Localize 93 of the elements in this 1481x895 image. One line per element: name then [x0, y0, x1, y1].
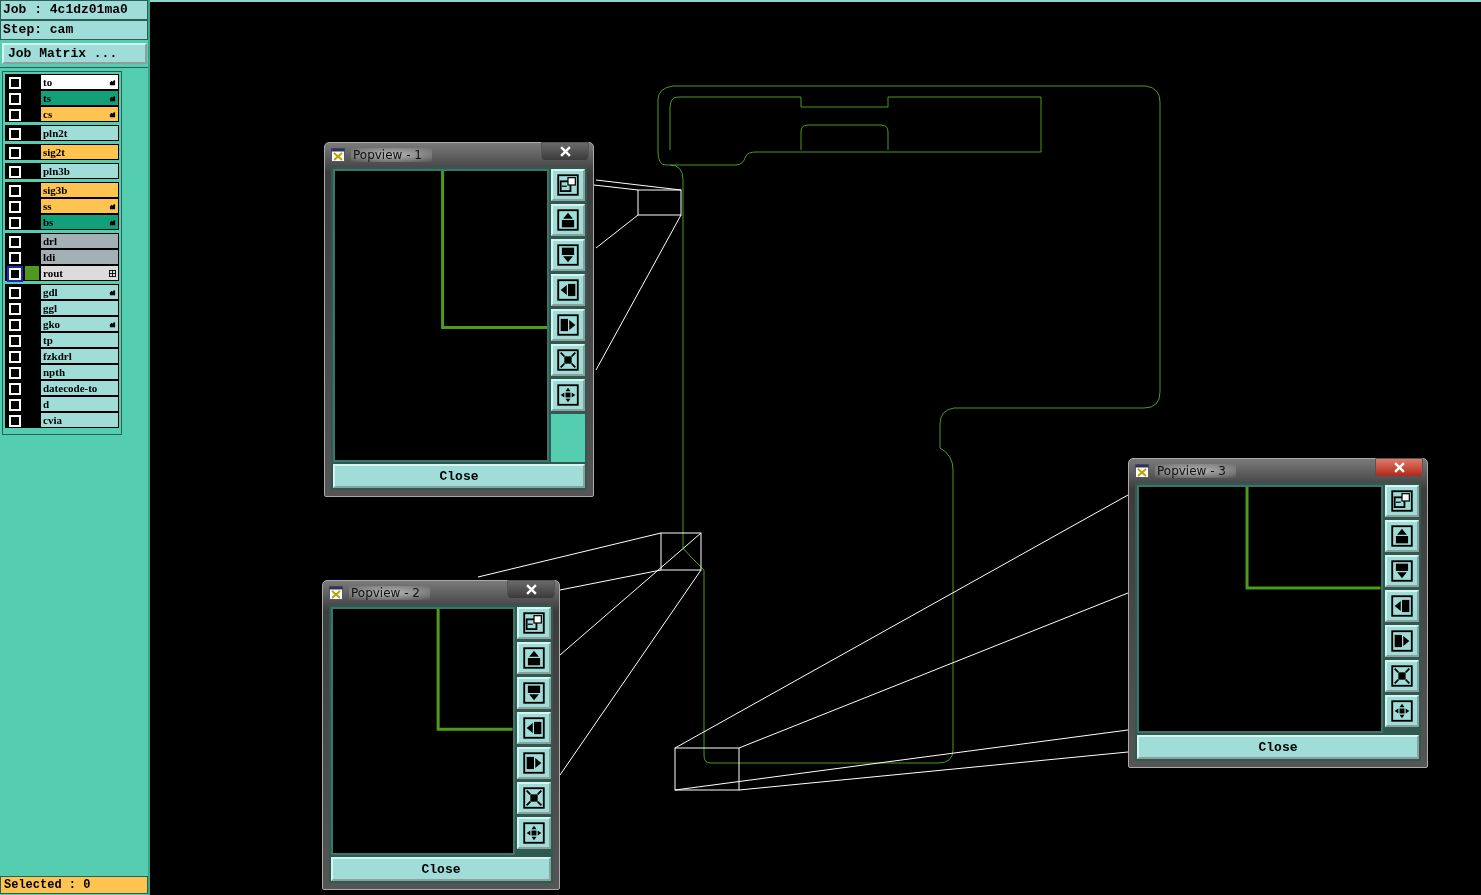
view-tool-button[interactable]	[1385, 590, 1419, 622]
app-icon	[1135, 464, 1149, 478]
layer-checkbox[interactable]	[9, 217, 21, 229]
layer-name[interactable]: datecode-to	[41, 381, 118, 395]
inward-arrows-icon	[523, 787, 545, 809]
app-icon	[331, 148, 345, 162]
layer-checkbox[interactable]	[9, 166, 21, 178]
layer-name[interactable]: pln2t	[41, 126, 118, 140]
layer-checkbox[interactable]	[9, 287, 21, 299]
layer-name[interactable]: ss	[41, 199, 118, 213]
layer-checkbox[interactable]	[9, 147, 21, 159]
layer-checkbox[interactable]	[9, 415, 21, 427]
layer-checkbox[interactable]	[9, 77, 21, 89]
window-title: Popview - 3	[1155, 464, 1236, 478]
layer-name[interactable]: ggl	[41, 301, 118, 315]
layer-checkbox[interactable]	[9, 236, 21, 248]
view-tool-button[interactable]	[551, 344, 585, 376]
layer-name[interactable]: drl	[41, 234, 118, 248]
outward-arrows-icon	[1391, 700, 1413, 722]
view-tool-button[interactable]	[517, 607, 551, 639]
view-tool-button[interactable]	[1385, 555, 1419, 587]
layer-name[interactable]: to	[41, 75, 118, 89]
view-tool-button[interactable]	[1385, 695, 1419, 727]
view-tool-button[interactable]	[1385, 660, 1419, 692]
window-title: Popview - 2	[349, 586, 430, 600]
view-tool-button[interactable]	[1385, 520, 1419, 552]
close-icon	[1393, 462, 1405, 473]
view-tool-button[interactable]	[551, 204, 585, 236]
layer-checkbox[interactable]	[9, 252, 21, 264]
layer-name[interactable]: tp	[41, 333, 118, 347]
layer-name[interactable]: ts	[41, 91, 118, 105]
outward-arrows-icon	[523, 822, 545, 844]
view-tool-button[interactable]	[517, 712, 551, 744]
inward-arrows-icon	[557, 349, 579, 371]
layer-name[interactable]: cs	[41, 107, 118, 121]
layer-name[interactable]: d	[41, 397, 118, 411]
view-tool-button[interactable]	[517, 747, 551, 779]
close-view-button[interactable]: Close	[1137, 735, 1419, 759]
view-tool-button[interactable]	[551, 379, 585, 411]
view-tool-button[interactable]	[551, 274, 585, 306]
step-label: Step: cam	[0, 20, 148, 40]
view-tool-button[interactable]	[517, 817, 551, 849]
layer-name[interactable]: gko	[41, 317, 118, 331]
app-icon	[329, 586, 343, 600]
layer-name[interactable]: fzkdrl	[41, 349, 118, 363]
layer-name[interactable]: rout	[41, 266, 118, 280]
zoom-box	[637, 189, 682, 216]
layer-name[interactable]: sig3b	[41, 183, 118, 197]
layer-checkbox[interactable]	[9, 128, 21, 140]
status-bar: Selected : 0	[0, 876, 148, 894]
layer-checkbox[interactable]	[9, 383, 21, 395]
outward-arrows-icon	[557, 384, 579, 406]
layer-name[interactable]: sig2t	[41, 145, 118, 159]
window-title: Popview - 1	[351, 148, 432, 162]
layer-checkbox[interactable]	[9, 268, 21, 280]
layer-name[interactable]: npth	[41, 365, 118, 379]
layer-name[interactable]: gdl	[41, 285, 118, 299]
layer-name[interactable]: ldi	[41, 250, 118, 264]
layer-checkbox[interactable]	[9, 399, 21, 411]
close-view-button[interactable]: Close	[333, 464, 585, 488]
close-button[interactable]	[1375, 458, 1423, 477]
layer-checkbox[interactable]	[9, 109, 21, 121]
view-tool-button[interactable]	[551, 239, 585, 271]
layer-checkbox[interactable]	[9, 185, 21, 197]
view-tool-button[interactable]	[551, 309, 585, 341]
inward-arrows-icon	[1391, 665, 1413, 687]
layer-checkbox[interactable]	[9, 201, 21, 213]
layer-name[interactable]: bs	[41, 215, 118, 229]
layer-name[interactable]: pln3b	[41, 164, 118, 178]
layer-checkbox[interactable]	[9, 351, 21, 363]
close-icon	[559, 146, 571, 157]
toolbar-filler	[551, 414, 585, 462]
layer-checkbox[interactable]	[9, 303, 21, 315]
job-matrix-button[interactable]: Job Matrix ...	[2, 43, 147, 64]
layer-name[interactable]: cvia	[41, 413, 118, 427]
close-icon	[525, 584, 537, 595]
grid-icon	[109, 269, 116, 277]
zoom-box	[674, 747, 740, 791]
layer-checkbox[interactable]	[9, 319, 21, 331]
view-tool-button[interactable]	[517, 782, 551, 814]
view-tool-button[interactable]	[551, 169, 585, 201]
layer-checkbox[interactable]	[9, 367, 21, 379]
layer-checkbox[interactable]	[9, 93, 21, 105]
view-tool-button[interactable]	[517, 642, 551, 674]
job-label: Job : 4c1dz01ma0	[0, 0, 148, 20]
close-button[interactable]	[541, 142, 589, 161]
zoom-box	[660, 532, 702, 571]
view-tool-button[interactable]	[1385, 485, 1419, 517]
close-view-button[interactable]: Close	[331, 857, 551, 881]
view-tool-button[interactable]	[517, 677, 551, 709]
view-tool-button[interactable]	[1385, 625, 1419, 657]
close-button[interactable]	[507, 580, 555, 599]
layer-checkbox[interactable]	[9, 335, 21, 347]
